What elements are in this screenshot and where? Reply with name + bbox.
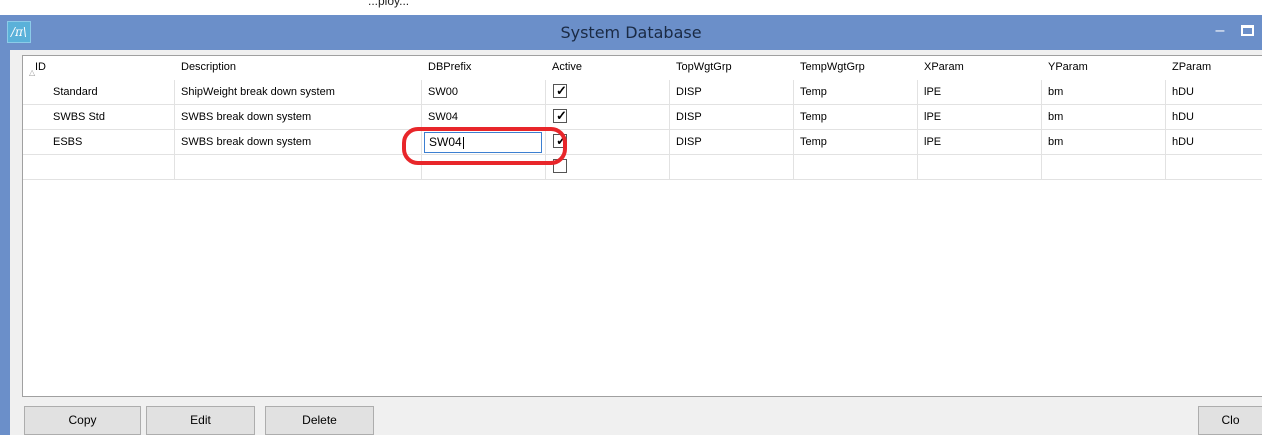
cell-tempwgtgrp[interactable]: Temp xyxy=(794,105,918,130)
cell-active[interactable]: ✓ xyxy=(546,105,670,130)
system-database-grid[interactable]: △ ID Description DBPrefix Active TopWgtGr… xyxy=(22,55,1262,397)
cell-topwgtgrp[interactable]: DISP xyxy=(670,80,794,105)
column-header-dbprefix[interactable]: DBPrefix xyxy=(422,56,546,80)
checkmark-icon: ✓ xyxy=(556,83,567,98)
sort-indicator-icon: △ xyxy=(29,68,36,77)
cell-description[interactable]: SWBS break down system xyxy=(175,105,422,130)
table-row[interactable]: SWBS Std SWBS break down system SW04 ✓ DISP T… xyxy=(23,105,1262,130)
cell-description[interactable]: ShipWeight break down system xyxy=(175,80,422,105)
cell-topwgtgrp[interactable]: DISP xyxy=(670,130,794,155)
cell-yparam[interactable]: bm xyxy=(1042,105,1166,130)
active-checkbox[interactable]: ✓ xyxy=(553,133,567,148)
table-row[interactable] xyxy=(23,155,1262,180)
active-checkbox[interactable]: ✓ xyxy=(553,83,567,98)
top-strip: ...ploy... xyxy=(0,0,1262,15)
cell-id[interactable] xyxy=(23,155,175,180)
checkmark-icon: ✓ xyxy=(556,133,567,148)
cell-tempwgtgrp[interactable] xyxy=(794,155,918,180)
cell-zparam[interactable]: hDU xyxy=(1166,105,1262,130)
minimize-button[interactable]: – xyxy=(1208,16,1232,46)
cell-active[interactable]: ✓ xyxy=(546,130,670,155)
table-row[interactable]: Standard ShipWeight break down system SW00… xyxy=(23,80,1262,105)
cell-id[interactable]: ESBS xyxy=(23,130,175,155)
column-header-zparam[interactable]: ZParam xyxy=(1166,56,1262,80)
cell-tempwgtgrp[interactable]: Temp xyxy=(794,80,918,105)
cell-tempwgtgrp[interactable]: Temp xyxy=(794,130,918,155)
cell-zparam[interactable]: hDU xyxy=(1166,130,1262,155)
checkmark-icon: ✓ xyxy=(556,108,567,123)
cell-xparam[interactable] xyxy=(918,155,1042,180)
cell-topwgtgrp[interactable]: DISP xyxy=(670,105,794,130)
column-header-description[interactable]: Description xyxy=(175,56,422,80)
dbprefix-edit-input[interactable]: SW04 xyxy=(424,132,542,153)
edit-button[interactable]: Edit xyxy=(146,406,255,435)
edit-input-text: SW04 xyxy=(429,135,462,149)
maximize-button[interactable] xyxy=(1238,19,1262,45)
cell-dbprefix[interactable] xyxy=(422,155,546,180)
cell-description[interactable] xyxy=(175,155,422,180)
grid-header: △ ID Description DBPrefix Active TopWgtGr… xyxy=(23,56,1262,81)
maximize-icon xyxy=(1241,25,1254,36)
table-row[interactable]: ESBS SWBS break down system SW04 ✓ DISP Temp l… xyxy=(23,130,1262,155)
cell-dbprefix[interactable]: SW04 xyxy=(422,130,546,155)
window-left-border xyxy=(0,50,10,435)
cell-yparam[interactable]: bm xyxy=(1042,80,1166,105)
cell-yparam[interactable]: bm xyxy=(1042,130,1166,155)
cell-yparam[interactable] xyxy=(1042,155,1166,180)
cell-active[interactable] xyxy=(546,155,670,180)
copy-button[interactable]: Copy xyxy=(24,406,141,435)
active-checkbox[interactable]: ✓ xyxy=(553,108,567,123)
delete-button[interactable]: Delete xyxy=(265,406,374,435)
cell-xparam[interactable]: lPE xyxy=(918,80,1042,105)
window-title: System Database xyxy=(560,23,702,42)
cell-description[interactable]: SWBS break down system xyxy=(175,130,422,155)
cell-xparam[interactable]: lPE xyxy=(918,130,1042,155)
cell-topwgtgrp[interactable] xyxy=(670,155,794,180)
column-header-id[interactable]: △ ID xyxy=(23,56,175,80)
column-header-yparam[interactable]: YParam xyxy=(1042,56,1166,80)
cell-active[interactable]: ✓ xyxy=(546,80,670,105)
title-bar[interactable]: /π\ System Database – xyxy=(0,15,1262,50)
active-checkbox[interactable] xyxy=(553,159,567,173)
close-button[interactable]: Clo xyxy=(1198,406,1262,435)
column-header-topwgtgrp[interactable]: TopWgtGrp xyxy=(670,56,794,80)
cell-zparam[interactable]: hDU xyxy=(1166,80,1262,105)
column-header-active[interactable]: Active xyxy=(546,56,670,80)
cell-dbprefix[interactable]: SW04 xyxy=(422,105,546,130)
text-caret xyxy=(462,136,464,149)
column-header-tempwgtgrp[interactable]: TempWgtGrp xyxy=(794,56,918,80)
cell-id[interactable]: Standard xyxy=(23,80,175,105)
cell-dbprefix[interactable]: SW00 xyxy=(422,80,546,105)
cell-xparam[interactable]: lPE xyxy=(918,105,1042,130)
cell-zparam[interactable] xyxy=(1166,155,1262,180)
column-header-xparam[interactable]: XParam xyxy=(918,56,1042,80)
top-strip-text: ...ploy... xyxy=(368,0,410,8)
cell-id[interactable]: SWBS Std xyxy=(23,105,175,130)
